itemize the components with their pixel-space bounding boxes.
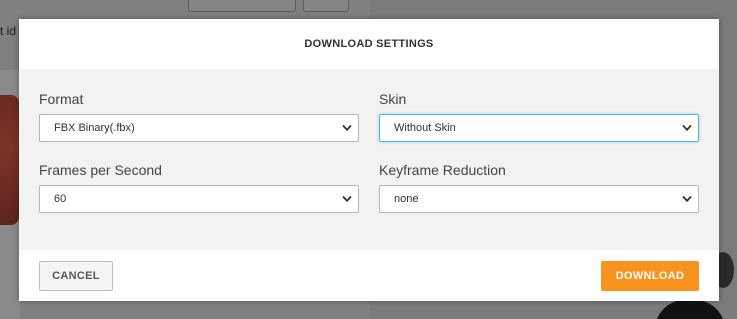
format-select-value: FBX Binary(.fbx) (54, 122, 135, 134)
fps-select[interactable]: 60 (39, 185, 359, 213)
chevron-down-icon (342, 195, 352, 203)
format-field: Format FBX Binary(.fbx) (39, 89, 359, 142)
dialog-body: Format FBX Binary(.fbx) Skin Without Ski… (19, 69, 719, 250)
cancel-button[interactable]: CANCEL (39, 261, 113, 291)
background-text: t id (0, 24, 17, 38)
fps-label: Frames per Second (39, 162, 162, 178)
skin-label: Skin (379, 91, 407, 107)
fps-select-value: 60 (54, 193, 67, 205)
skin-select-value: Without Skin (394, 122, 456, 134)
fps-field: Frames per Second 60 (39, 160, 359, 213)
skin-select[interactable]: Without Skin (379, 114, 699, 142)
background-character-figure (0, 95, 19, 225)
dialog-footer: CANCEL DOWNLOAD (19, 250, 719, 301)
dialog-title: DOWNLOAD SETTINGS (304, 38, 434, 50)
chevron-down-icon (342, 124, 352, 132)
keyframe-reduction-select[interactable]: none (379, 185, 699, 213)
format-label: Format (39, 91, 84, 107)
format-select[interactable]: FBX Binary(.fbx) (39, 114, 359, 142)
skin-field: Skin Without Skin (379, 89, 699, 142)
background-button (188, 0, 296, 12)
keyframe-reduction-field: Keyframe Reduction none (379, 160, 699, 213)
download-settings-dialog: DOWNLOAD SETTINGS Format FBX Binary(.fbx… (19, 19, 719, 301)
keyframe-reduction-label: Keyframe Reduction (379, 162, 506, 178)
download-button[interactable]: DOWNLOAD (601, 261, 699, 291)
keyframe-reduction-select-value: none (394, 193, 419, 205)
chevron-down-icon (682, 195, 692, 203)
background-dark-shape (655, 300, 725, 319)
chevron-down-icon (682, 124, 692, 132)
background-button-small (303, 0, 349, 12)
